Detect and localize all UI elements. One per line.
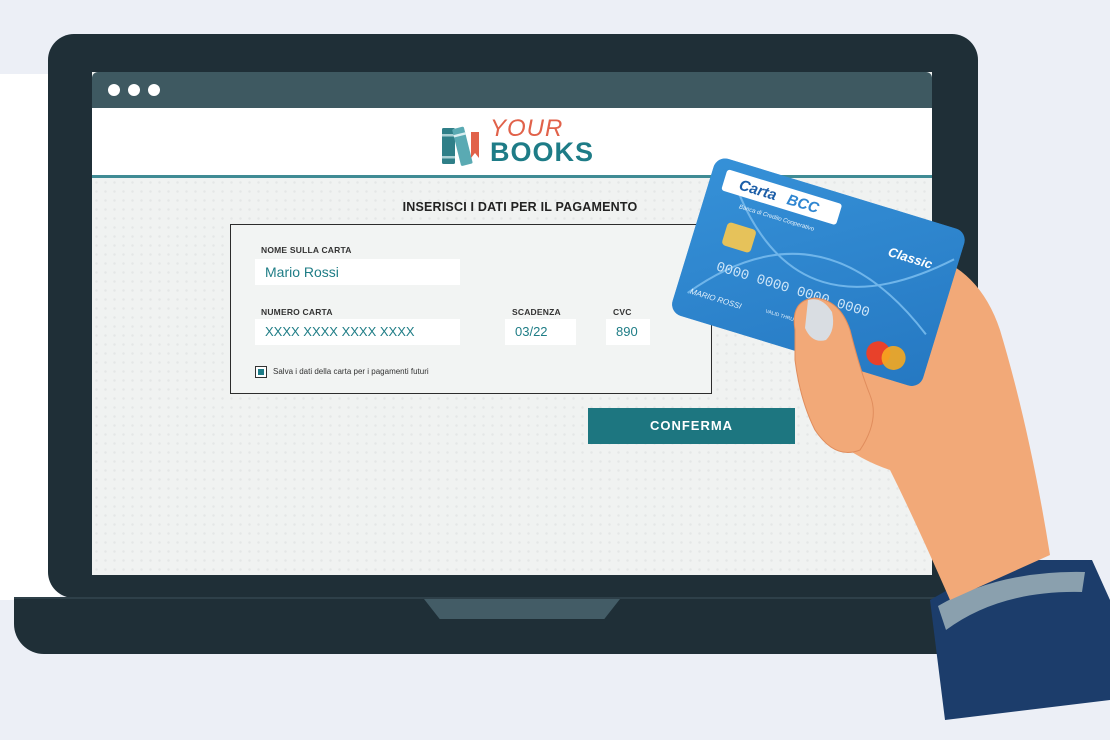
form-title: INSERISCI I DATI PER IL PAGAMENTO xyxy=(402,200,638,214)
checkbox-check-icon xyxy=(257,368,264,375)
name-on-card-label: NOME SULLA CARTA xyxy=(261,245,352,255)
hand-holding-card-illustration: Carta BCC Banca di Credito Cooperativo C… xyxy=(672,158,1110,720)
logo-text-books: BOOKS xyxy=(490,137,595,167)
window-control-dot[interactable] xyxy=(148,84,160,96)
cvc-input[interactable]: 890 xyxy=(606,319,650,345)
card-number-label: NUMERO CARTA xyxy=(261,307,333,317)
save-card-label: Salva i dati della carta per i pagamenti… xyxy=(273,367,429,376)
save-card-checkbox[interactable] xyxy=(255,366,267,378)
expiry-label: SCADENZA xyxy=(512,307,561,317)
window-control-dot[interactable] xyxy=(128,84,140,96)
name-on-card-input[interactable]: Mario Rossi xyxy=(255,259,460,285)
card-number-input[interactable]: XXXX XXXX XXXX XXXX xyxy=(255,319,460,345)
laptop-notch xyxy=(424,599,620,619)
expiry-input[interactable]: 03/22 xyxy=(505,319,576,345)
window-control-dot[interactable] xyxy=(108,84,120,96)
cvc-label: CVC xyxy=(613,307,632,317)
window-titlebar xyxy=(92,72,932,108)
